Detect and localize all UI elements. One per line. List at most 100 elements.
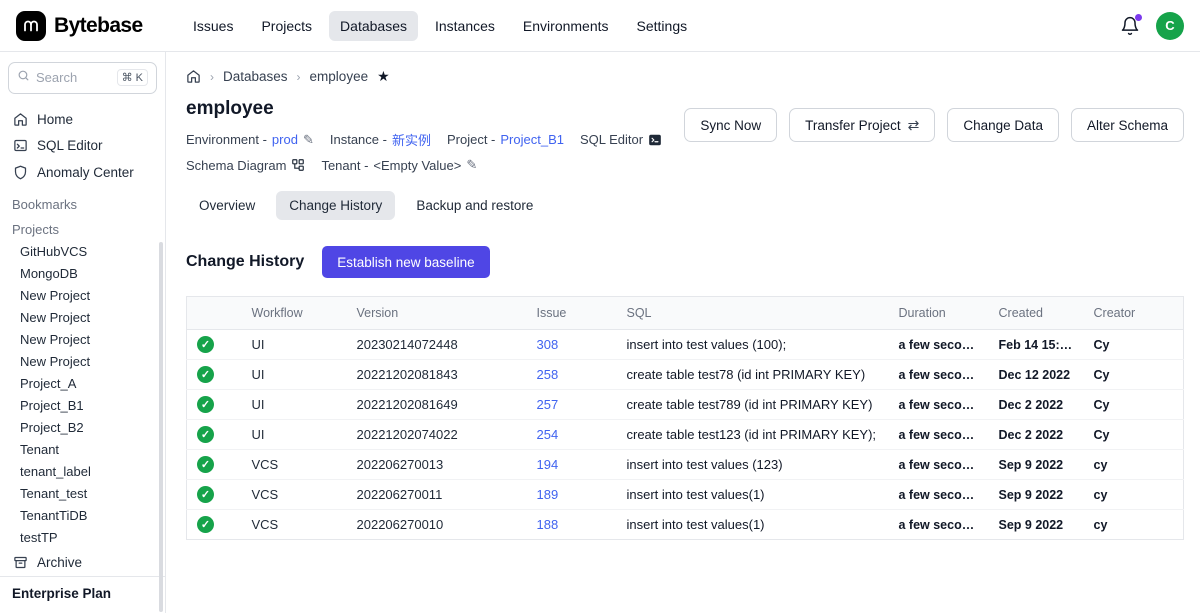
main-nav: Issues Projects Databases Instances Envi… xyxy=(182,11,698,41)
table-row[interactable]: ✓ VCS 202206270011 189 insert into test … xyxy=(187,480,1184,510)
sidebar-item-archive[interactable]: Archive xyxy=(0,548,165,576)
alter-schema-button[interactable]: Alter Schema xyxy=(1071,108,1184,142)
sidebar-project-item[interactable]: New Project xyxy=(0,351,165,373)
table-row[interactable]: ✓ UI 20221202074022 254 create table tes… xyxy=(187,420,1184,450)
brand[interactable]: Bytebase xyxy=(16,11,168,41)
favorite-star-icon[interactable]: ★ xyxy=(377,68,390,85)
cell-created: Sep 9 2022 xyxy=(989,450,1084,480)
nav-item[interactable]: Issues xyxy=(182,11,244,41)
issue-link[interactable]: 257 xyxy=(537,397,559,412)
cell-creator: Cy xyxy=(1084,360,1184,390)
cell-version: 20221202074022 xyxy=(347,420,527,450)
edit-pencil-icon[interactable]: ✎ xyxy=(303,132,314,148)
search-shortcut: ⌘ K xyxy=(117,69,148,86)
cell-duration: a few seconds xyxy=(889,360,989,390)
tab[interactable]: Overview xyxy=(186,191,268,220)
sidebar-project-item[interactable]: GitHubVCS xyxy=(0,241,165,263)
breadcrumb-home-icon[interactable] xyxy=(186,69,201,84)
cell-created: Feb 14 15:32 xyxy=(989,330,1084,360)
sidebar-project-item[interactable]: Tenant_test xyxy=(0,483,165,505)
cell-created: Dec 2 2022 xyxy=(989,390,1084,420)
issue-link[interactable]: 189 xyxy=(537,487,559,502)
cell-version: 202206270010 xyxy=(347,510,527,540)
meta-sql-editor[interactable]: SQL Editor xyxy=(580,132,662,147)
project-link[interactable]: Project_B1 xyxy=(500,132,564,147)
cell-sql: insert into test values(1) xyxy=(617,510,889,540)
instance-link[interactable]: 新实例 xyxy=(392,130,431,149)
sql-editor-label: SQL Editor xyxy=(580,132,643,147)
change-data-button[interactable]: Change Data xyxy=(947,108,1059,142)
environment-label: Environment - xyxy=(186,132,267,147)
project-label: Project - xyxy=(447,132,495,147)
cell-creator: cy xyxy=(1084,510,1184,540)
sidebar-item-label: Home xyxy=(37,112,73,127)
environment-link[interactable]: prod xyxy=(272,132,298,147)
nav-item[interactable]: Projects xyxy=(250,11,323,41)
page-actions: Sync Now Transfer Project ⇄ Change Data … xyxy=(684,108,1184,142)
sidebar-item-label: SQL Editor xyxy=(37,138,103,153)
meta-schema-diagram[interactable]: Schema Diagram xyxy=(186,158,305,173)
transfer-project-button[interactable]: Transfer Project ⇄ xyxy=(789,108,935,142)
establish-baseline-button[interactable]: Establish new baseline xyxy=(322,246,489,278)
search-icon xyxy=(17,69,30,87)
cell-duration: a few seconds xyxy=(889,420,989,450)
cell-version: 202206270011 xyxy=(347,480,527,510)
table-row[interactable]: ✓ UI 20221202081649 257 create table tes… xyxy=(187,390,1184,420)
sidebar-project-item[interactable]: New Project xyxy=(0,285,165,307)
sidebar-project-item[interactable]: MongoDB xyxy=(0,263,165,285)
nav-item[interactable]: Environments xyxy=(512,11,620,41)
cell-creator: Cy xyxy=(1084,420,1184,450)
sidebar-project-item[interactable]: Project_B2 xyxy=(0,417,165,439)
sidebar-bottom: Archive Enterprise Plan xyxy=(0,548,165,613)
cell-created: Sep 9 2022 xyxy=(989,510,1084,540)
sync-now-button[interactable]: Sync Now xyxy=(684,108,777,142)
cell-version: 202206270013 xyxy=(347,450,527,480)
meta-environment: Environment - prod ✎ xyxy=(186,132,314,148)
issue-link[interactable]: 308 xyxy=(537,337,559,352)
issue-link[interactable]: 258 xyxy=(537,367,559,382)
sidebar-project-item[interactable]: New Project xyxy=(0,307,165,329)
issue-link[interactable]: 254 xyxy=(537,427,559,442)
nav-item[interactable]: Instances xyxy=(424,11,506,41)
issue-link[interactable]: 194 xyxy=(537,457,559,472)
breadcrumb-separator: › xyxy=(297,70,301,84)
issue-link[interactable]: 188 xyxy=(537,517,559,532)
notifications-bell-icon[interactable] xyxy=(1120,16,1140,36)
sidebar-item-sql-editor[interactable]: SQL Editor xyxy=(0,132,165,159)
search-box[interactable]: ⌘ K xyxy=(8,62,157,94)
sidebar-scrollbar[interactable] xyxy=(159,242,163,612)
table-row[interactable]: ✓ UI 20230214072448 308 insert into test… xyxy=(187,330,1184,360)
sidebar-project-item[interactable]: Project_B1 xyxy=(0,395,165,417)
sidebar-project-item[interactable]: Tenant xyxy=(0,439,165,461)
sidebar-project-item[interactable]: testTP xyxy=(0,527,165,548)
cell-workflow: UI xyxy=(242,390,347,420)
table-row[interactable]: ✓ UI 20221202081843 258 create table tes… xyxy=(187,360,1184,390)
avatar[interactable]: C xyxy=(1156,12,1184,40)
tab[interactable]: Backup and restore xyxy=(403,191,546,220)
cell-duration: a few seconds xyxy=(889,480,989,510)
cell-workflow: UI xyxy=(242,330,347,360)
sidebar-item-anomaly-center[interactable]: Anomaly Center xyxy=(0,159,165,186)
table-row[interactable]: ✓ VCS 202206270013 194 insert into test … xyxy=(187,450,1184,480)
cell-creator: Cy xyxy=(1084,330,1184,360)
schema-diagram-icon xyxy=(291,158,305,172)
topbar-right: C xyxy=(1120,12,1184,40)
search-input[interactable] xyxy=(36,70,111,85)
sidebar-project-item[interactable]: Project_A xyxy=(0,373,165,395)
table-row[interactable]: ✓ VCS 202206270010 188 insert into test … xyxy=(187,510,1184,540)
breadcrumb-employee[interactable]: employee xyxy=(310,69,369,84)
sidebar-project-item[interactable]: tenant_label xyxy=(0,461,165,483)
archive-icon xyxy=(12,555,28,570)
cell-sql: create table test123 (id int PRIMARY KEY… xyxy=(617,420,889,450)
edit-pencil-icon[interactable]: ✎ xyxy=(466,157,477,173)
bookmarks-section-label: Bookmarks xyxy=(0,185,165,216)
sidebar-project-item[interactable]: TenantTiDB xyxy=(0,505,165,527)
nav-item[interactable]: Databases xyxy=(329,11,418,41)
sidebar-project-item[interactable]: New Project xyxy=(0,329,165,351)
sidebar-item-home[interactable]: Home xyxy=(0,106,165,133)
tab[interactable]: Change History xyxy=(276,191,395,220)
cell-version: 20230214072448 xyxy=(347,330,527,360)
breadcrumb-databases[interactable]: Databases xyxy=(223,69,288,84)
sql-editor-launch-icon xyxy=(648,133,662,147)
nav-item[interactable]: Settings xyxy=(626,11,699,41)
